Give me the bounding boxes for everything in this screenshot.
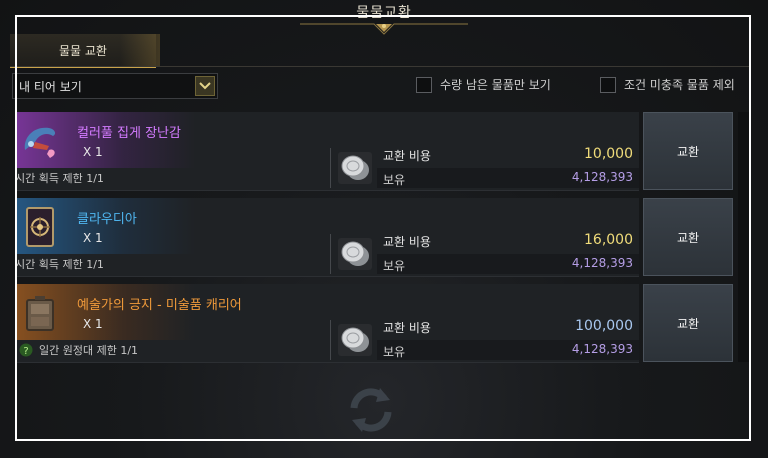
- cost-value: 100,000: [575, 318, 633, 334]
- item-panel: 컬러풀 집게 장난감 X 1 시간 획득 제한 1/1 교환 비용 보유 10,…: [15, 112, 639, 191]
- carrier-icon[interactable]: [19, 292, 61, 334]
- silver-coin-icon: [338, 152, 372, 184]
- exchange-button[interactable]: 교환: [643, 284, 733, 362]
- own-value: 4,128,393: [571, 170, 633, 184]
- item-limit: 시간 획득 제한 1/1: [15, 258, 104, 271]
- column-divider: [330, 234, 331, 274]
- remaining-only-label: 수량 남은 물품만 보기: [440, 78, 551, 92]
- item-limit: 일간 원정대 제한 1/1: [39, 344, 139, 357]
- ornament-icon: [300, 23, 468, 35]
- silver-coin-icon: [338, 238, 372, 270]
- own-label: 보유: [383, 345, 406, 359]
- own-value: 4,128,393: [571, 256, 633, 270]
- exclude-unmet-checkbox[interactable]: [600, 76, 616, 93]
- exchange-button[interactable]: 교환: [643, 112, 733, 190]
- own-label: 보유: [383, 173, 406, 187]
- window-title: 물물교환: [356, 5, 412, 21]
- exclude-unmet-label: 조건 미충족 물품 제외: [624, 78, 735, 92]
- tab-divider: [10, 66, 751, 67]
- tab-glow: [120, 34, 160, 66]
- list-item: 클라우디아 X 1 시간 획득 제한 1/1 교환 비용 보유 16,000 4…: [15, 198, 738, 277]
- item-limit-row: ? 일간 원정대 제한 1/1: [15, 342, 138, 358]
- svg-text:?: ?: [23, 346, 28, 357]
- own-label: 보유: [383, 259, 406, 273]
- exchange-button[interactable]: 교환: [643, 198, 733, 276]
- remaining-only-checkbox[interactable]: [416, 76, 432, 93]
- item-name: 클라우디아: [77, 212, 137, 227]
- item-quantity: X 1: [83, 145, 103, 159]
- refresh-icon[interactable]: [340, 380, 402, 440]
- exclude-unmet-toggle[interactable]: 조건 미충족 물품 제외: [600, 76, 735, 93]
- cost-value: 16,000: [584, 232, 633, 248]
- list-item: 컬러풀 집게 장난감 X 1 시간 획득 제한 1/1 교환 비용 보유 10,…: [15, 112, 738, 191]
- question-icon[interactable]: ?: [19, 343, 33, 357]
- item-limit: 시간 획득 제한 1/1: [15, 172, 104, 185]
- remaining-only-toggle[interactable]: 수량 남은 물품만 보기: [416, 76, 551, 93]
- cost-label: 교환 비용: [383, 235, 431, 249]
- column-divider: [330, 148, 331, 188]
- own-value: 4,128,393: [571, 342, 633, 356]
- item-panel: 예술가의 긍지 - 미술품 캐리어 X 1 ? 일간 원정대 제한 1/1 교환…: [15, 284, 639, 363]
- item-name: 컬러풀 집게 장난감: [77, 126, 181, 141]
- list-item: 예술가의 긍지 - 미술품 캐리어 X 1 ? 일간 원정대 제한 1/1 교환…: [15, 284, 738, 363]
- card-icon[interactable]: [19, 206, 61, 248]
- claw-toy-icon[interactable]: [19, 120, 61, 162]
- cost-label: 교환 비용: [383, 321, 431, 335]
- item-quantity: X 1: [83, 317, 103, 331]
- silver-coin-icon: [338, 324, 372, 356]
- scrollbar[interactable]: [738, 112, 751, 362]
- tier-dropdown[interactable]: 내 티어 보기: [12, 73, 218, 99]
- item-quantity: X 1: [83, 231, 103, 245]
- cost-value: 10,000: [584, 146, 633, 162]
- chevron-down-icon[interactable]: [195, 76, 215, 96]
- column-divider: [330, 320, 331, 360]
- cost-label: 교환 비용: [383, 149, 431, 163]
- tier-dropdown-value: 내 티어 보기: [19, 79, 82, 94]
- item-name: 예술가의 긍지 - 미술품 캐리어: [77, 298, 242, 313]
- item-panel: 클라우디아 X 1 시간 획득 제한 1/1 교환 비용 보유 16,000 4…: [15, 198, 639, 277]
